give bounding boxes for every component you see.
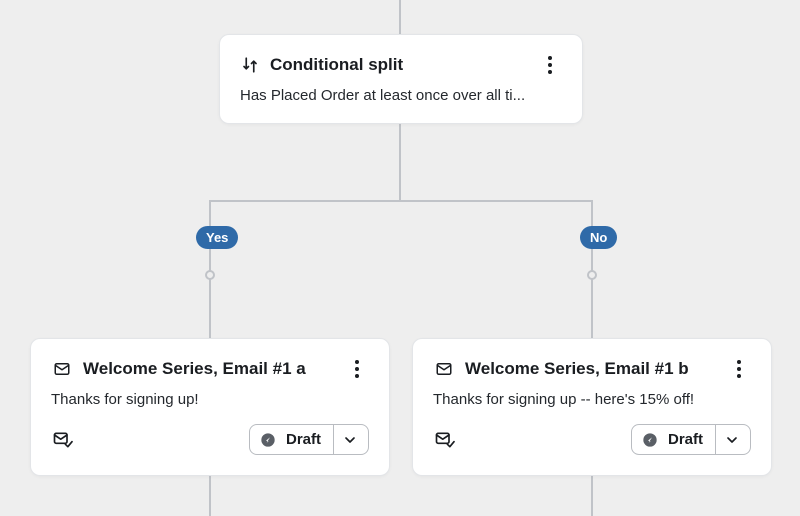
draft-status-icon bbox=[260, 432, 276, 448]
card-title: Welcome Series, Email #1 a bbox=[83, 359, 335, 379]
card-title: Conditional split bbox=[270, 55, 528, 75]
connector-line bbox=[209, 476, 211, 516]
email-card-b[interactable]: Welcome Series, Email #1 b Thanks for si… bbox=[412, 338, 772, 476]
branch-label-yes: Yes bbox=[196, 226, 238, 249]
status-dropdown[interactable]: Draft bbox=[249, 424, 369, 455]
more-options-button[interactable] bbox=[727, 357, 751, 381]
email-preview-icon[interactable] bbox=[51, 430, 73, 450]
email-subject: Thanks for signing up -- here's 15% off! bbox=[433, 391, 751, 408]
more-options-button[interactable] bbox=[345, 357, 369, 381]
connector-line bbox=[209, 200, 211, 338]
connector-line bbox=[591, 200, 593, 338]
branch-label-no: No bbox=[580, 226, 617, 249]
connector-line bbox=[399, 124, 401, 200]
connector-node[interactable] bbox=[587, 270, 597, 280]
card-title: Welcome Series, Email #1 b bbox=[465, 359, 717, 379]
more-vertical-icon bbox=[737, 360, 741, 378]
divider bbox=[715, 425, 716, 454]
chevron-down-icon bbox=[724, 432, 740, 448]
connector-node[interactable] bbox=[205, 270, 215, 280]
draft-status-icon bbox=[642, 432, 658, 448]
more-vertical-icon bbox=[548, 56, 552, 74]
split-icon bbox=[240, 56, 260, 74]
more-vertical-icon bbox=[355, 360, 359, 378]
status-label: Draft bbox=[282, 431, 325, 448]
email-subject: Thanks for signing up! bbox=[51, 391, 369, 408]
connector-line bbox=[399, 0, 401, 34]
conditional-split-card[interactable]: Conditional split Has Placed Order at le… bbox=[219, 34, 583, 124]
email-preview-icon[interactable] bbox=[433, 430, 455, 450]
card-description: Has Placed Order at least once over all … bbox=[240, 87, 562, 104]
email-card-a[interactable]: Welcome Series, Email #1 a Thanks for si… bbox=[30, 338, 390, 476]
connector-line bbox=[210, 200, 593, 202]
flow-canvas: Yes No Conditional split Has Placed Orde… bbox=[0, 0, 800, 508]
status-dropdown[interactable]: Draft bbox=[631, 424, 751, 455]
connector-line bbox=[591, 476, 593, 516]
email-icon bbox=[433, 360, 455, 378]
email-icon bbox=[51, 360, 73, 378]
divider bbox=[333, 425, 334, 454]
chevron-down-icon bbox=[342, 432, 358, 448]
more-options-button[interactable] bbox=[538, 53, 562, 77]
status-label: Draft bbox=[664, 431, 707, 448]
